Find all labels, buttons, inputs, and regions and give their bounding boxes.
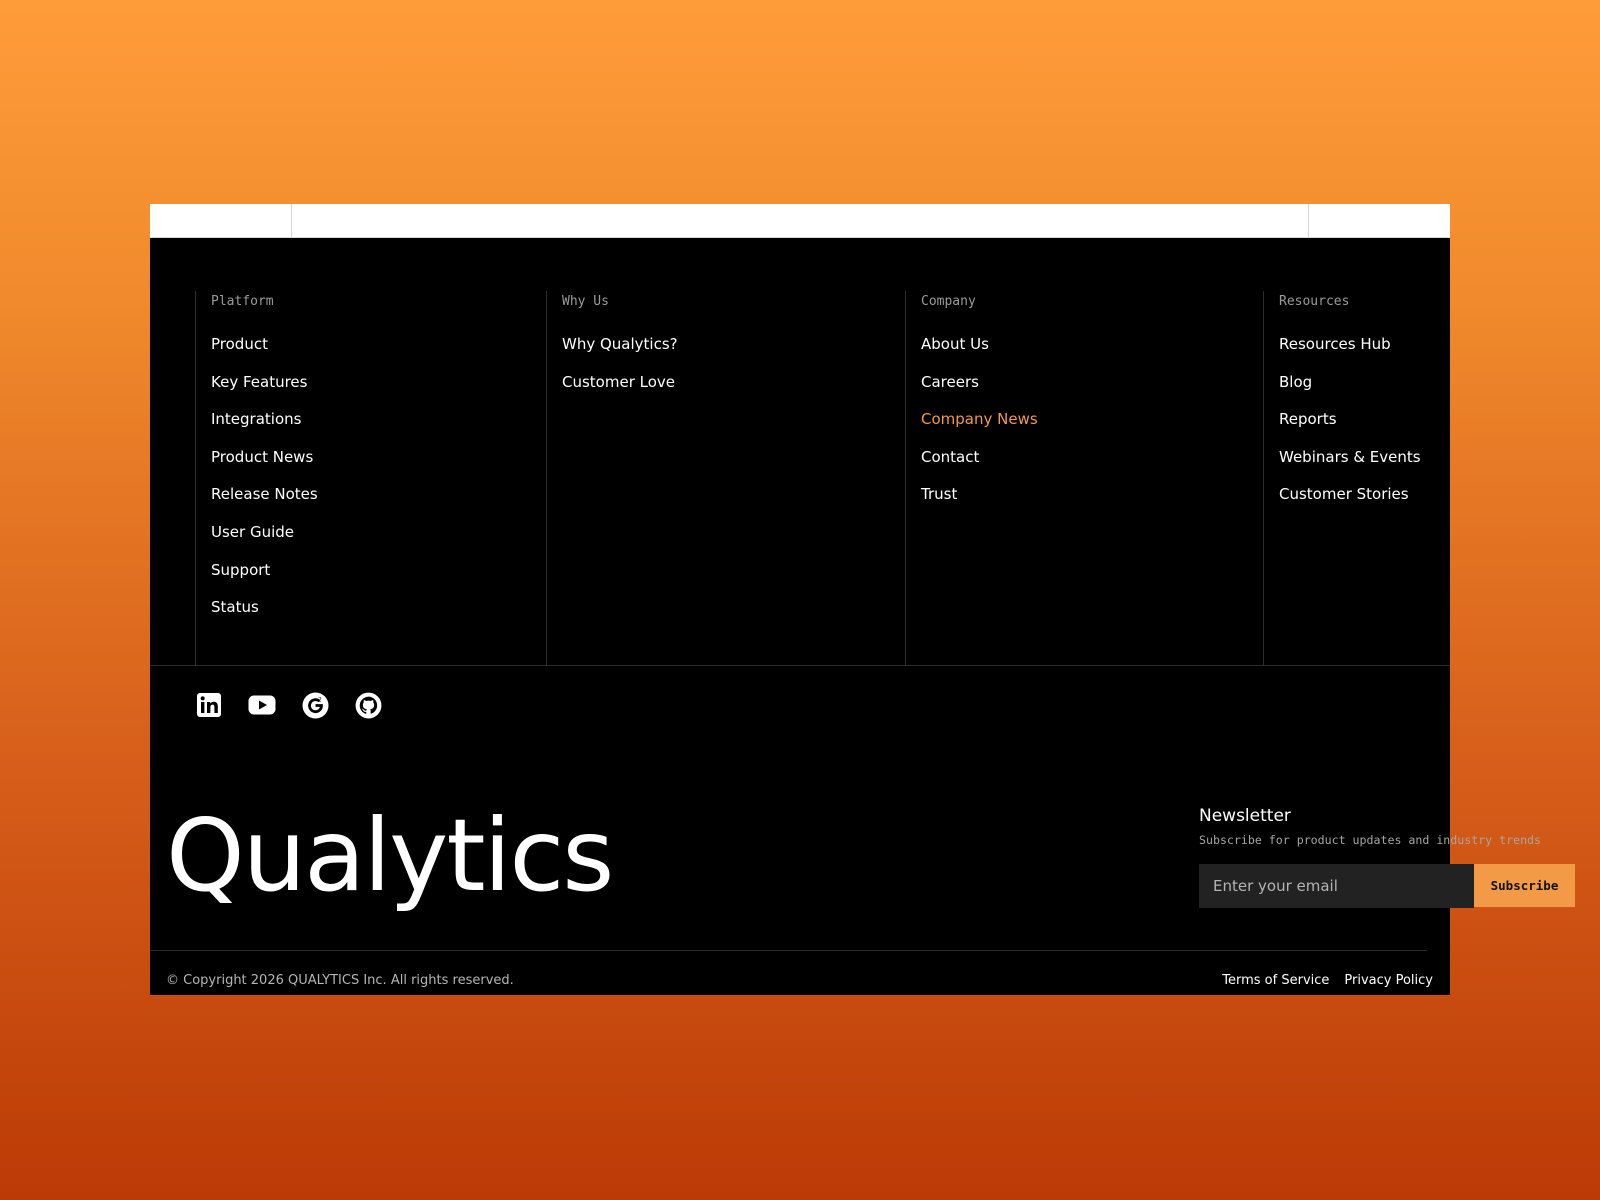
divider [150,950,1427,951]
footer-link-customer-stories[interactable]: Customer Stories [1279,484,1450,522]
footer-link-key-features[interactable]: Key Features [211,372,546,410]
footer-link-product-news[interactable]: Product News [211,447,546,485]
qualytics-logo[interactable]: Qualytics [166,806,614,906]
footer-link-integrations[interactable]: Integrations [211,409,546,447]
footer-link-webinars-events[interactable]: Webinars & Events [1279,447,1450,485]
legal-links: Terms of Service Privacy Policy [1222,971,1433,991]
g2-icon[interactable]: 2 [301,691,329,719]
link-list: Product Key Features Integrations Produc… [211,334,546,635]
footer-link-blog[interactable]: Blog [1279,372,1450,410]
email-input[interactable] [1199,864,1474,908]
copyright-text: © Copyright 2026 QUALYTICS Inc. All righ… [166,973,514,988]
footer-link-support[interactable]: Support [211,560,546,598]
terms-of-service-link[interactable]: Terms of Service [1222,971,1329,991]
footer-column-platform: Platform Product Key Features Integratio… [195,291,546,666]
footer-link-resources-hub[interactable]: Resources Hub [1279,334,1450,372]
footer-link-careers[interactable]: Careers [921,372,1263,410]
newsletter-section: Newsletter Subscribe for product updates… [1199,805,1599,908]
link-list: About Us Careers Company News Contact Tr… [921,334,1263,522]
top-bar-divider [291,204,292,238]
newsletter-title: Newsletter [1199,806,1291,826]
top-bar-divider [1308,204,1309,238]
top-bar [150,204,1450,238]
footer-link-release-notes[interactable]: Release Notes [211,484,546,522]
footer-link-contact[interactable]: Contact [921,447,1263,485]
linkedin-icon[interactable] [195,691,223,719]
github-icon[interactable] [354,691,382,719]
footer-link-status[interactable]: Status [211,597,546,635]
column-heading: Company [921,294,976,309]
footer-link-reports[interactable]: Reports [1279,409,1450,447]
footer-column-company: Company About Us Careers Company News Co… [905,291,1263,666]
footer-link-product[interactable]: Product [211,334,546,372]
footer-link-user-guide[interactable]: User Guide [211,522,546,560]
footer-link-trust[interactable]: Trust [921,484,1263,522]
link-list: Why Qualytics? Customer Love [562,334,905,409]
footer-column-resources: Resources Resources Hub Blog Reports Web… [1263,291,1450,666]
newsletter-subtitle: Subscribe for product updates and indust… [1199,833,1542,847]
footer-link-about-us[interactable]: About Us [921,334,1263,372]
footer-column-why-us: Why Us Why Qualytics? Customer Love [546,291,905,666]
social-links: 2 [195,688,407,722]
column-heading: Resources [1279,294,1350,309]
page-panel: Platform Product Key Features Integratio… [150,204,1575,995]
newsletter-form: Subscribe [1199,864,1599,908]
youtube-icon[interactable] [248,691,276,719]
subscribe-button[interactable]: Subscribe [1474,864,1575,907]
column-heading: Why Us [562,294,609,309]
column-heading: Platform [211,294,274,309]
privacy-policy-link[interactable]: Privacy Policy [1344,971,1433,991]
footer-link-why-qualytics[interactable]: Why Qualytics? [562,334,905,372]
footer-link-company-news[interactable]: Company News [921,409,1263,447]
link-list: Resources Hub Blog Reports Webinars & Ev… [1279,334,1450,522]
footer-link-columns: Platform Product Key Features Integratio… [150,238,1450,666]
svg-text:2: 2 [318,696,322,703]
footer-link-customer-love[interactable]: Customer Love [562,372,905,410]
site-footer: Platform Product Key Features Integratio… [150,238,1575,995]
